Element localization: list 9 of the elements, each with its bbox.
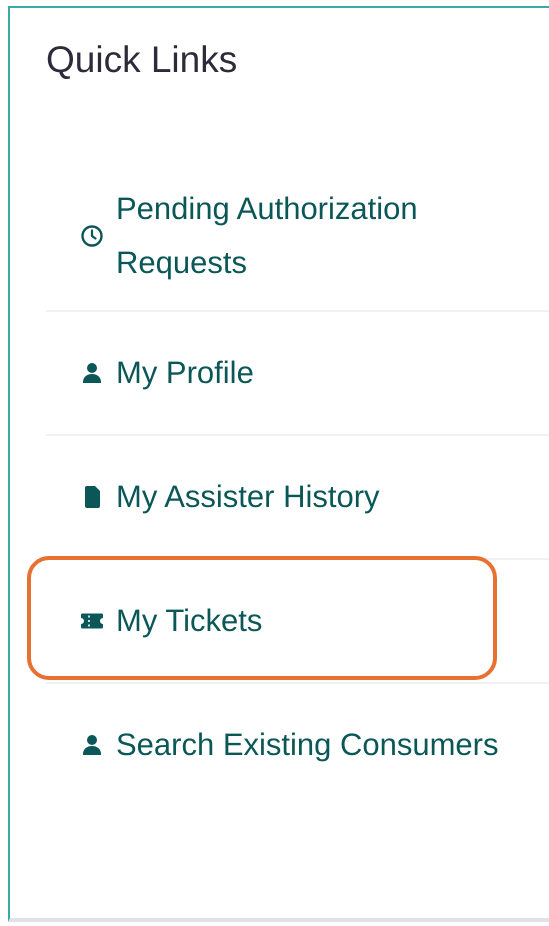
quick-link[interactable]: My Profile: [46, 312, 549, 434]
quick-link[interactable]: Search Existing Consumers: [46, 684, 549, 806]
panel-title: Quick Links: [46, 38, 238, 82]
person-icon: [80, 733, 104, 757]
quick-link[interactable]: My Assister History: [46, 436, 549, 558]
quick-link[interactable]: My Tickets: [46, 560, 549, 682]
quick-link[interactable]: Pending Authorization Requests: [46, 162, 549, 310]
person-icon: [80, 361, 104, 385]
clock-icon: [80, 224, 104, 248]
